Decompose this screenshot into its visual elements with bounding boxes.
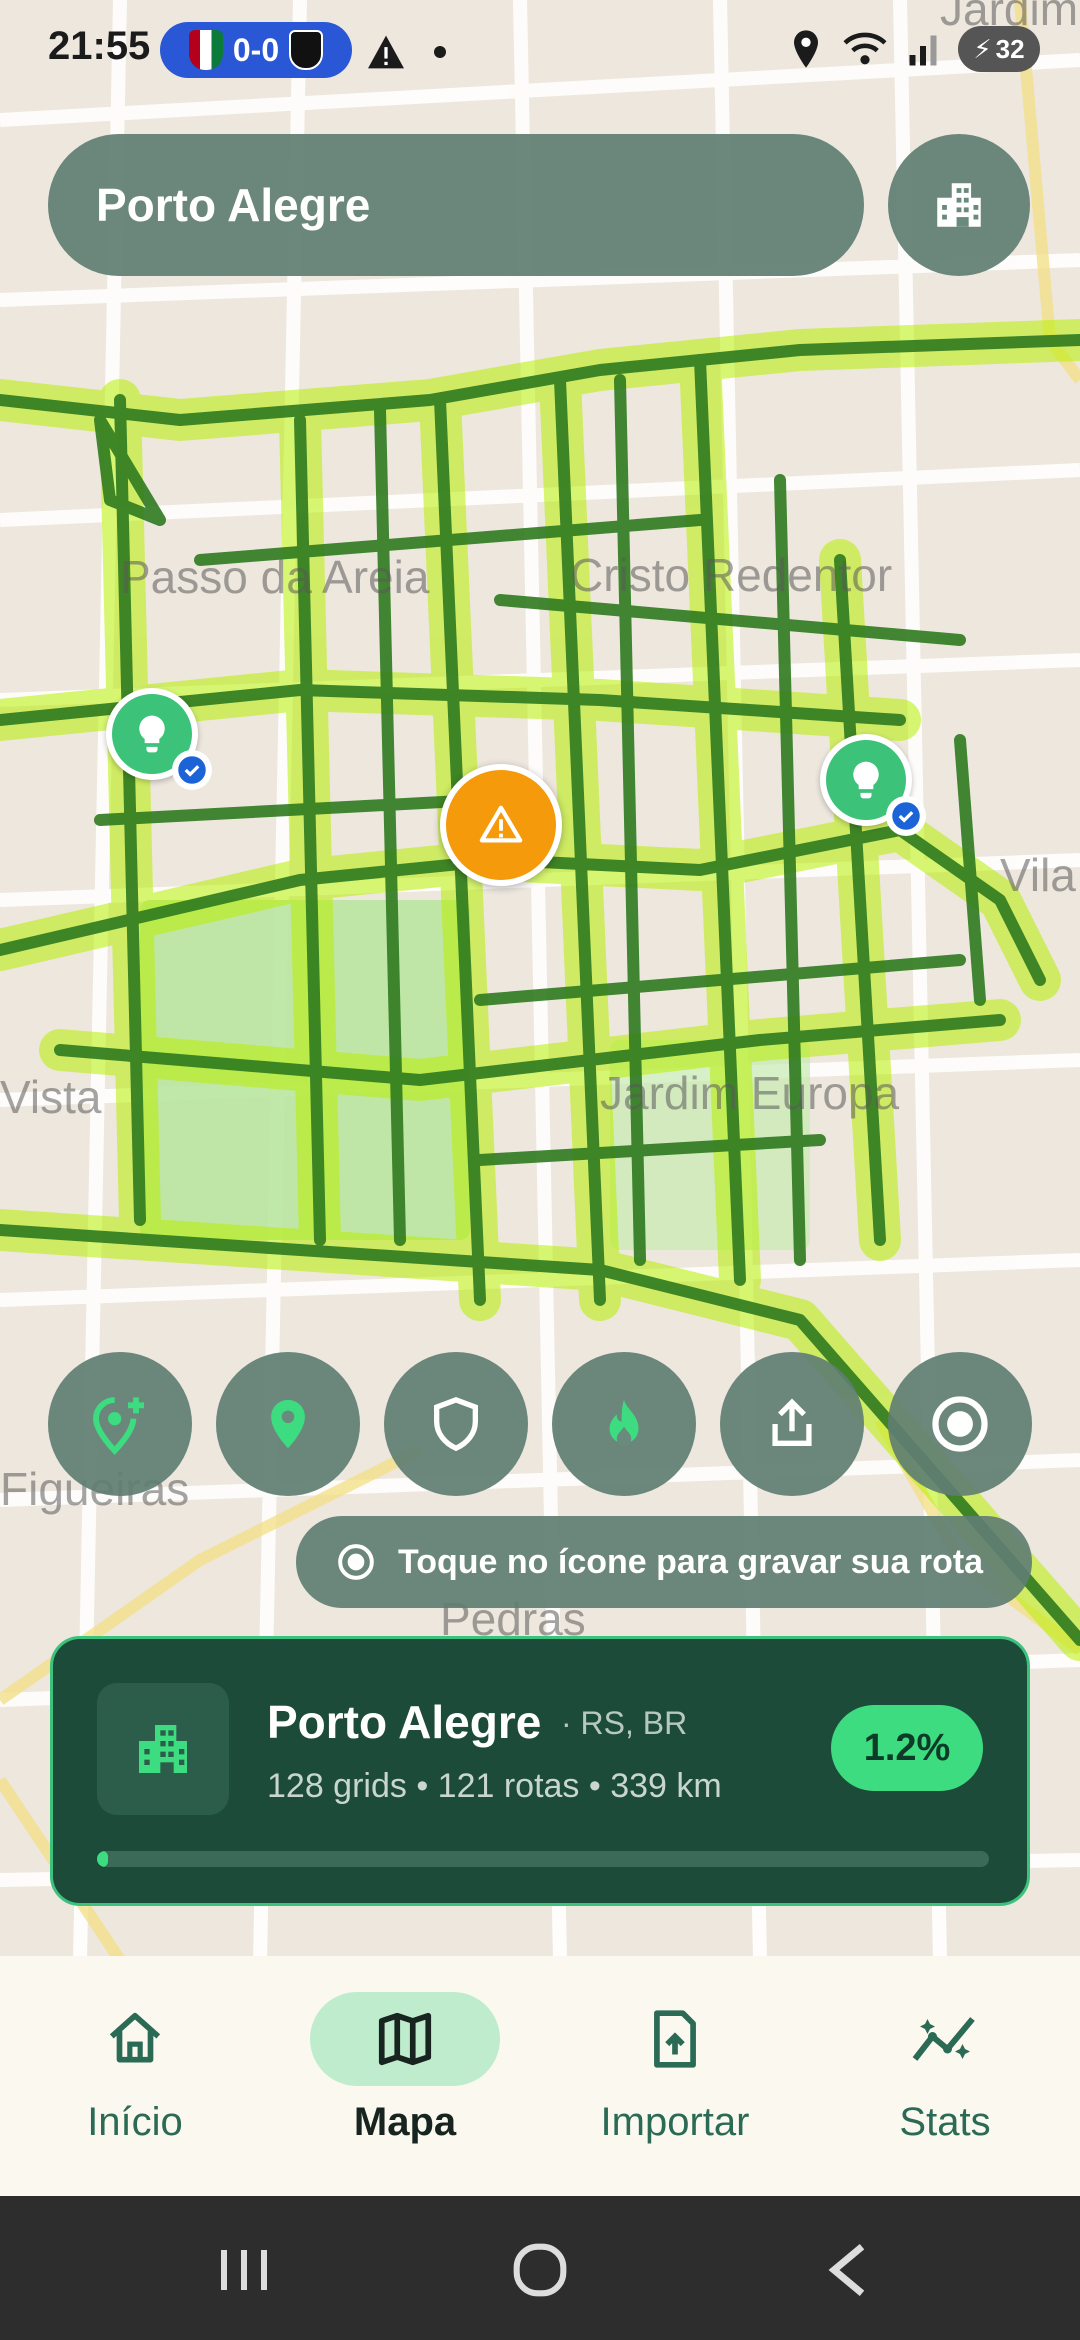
heatmap-button[interactable] bbox=[552, 1352, 696, 1496]
verified-badge-icon bbox=[886, 796, 926, 836]
lightbulb-icon bbox=[853, 761, 879, 799]
card-city-icon-box bbox=[97, 1683, 229, 1815]
home-icon bbox=[109, 2012, 161, 2063]
import-file-icon bbox=[654, 2010, 696, 2068]
record-hint-tooltip: Toque no ícone para gravar sua rota bbox=[296, 1516, 1032, 1608]
score-text: 0-0 bbox=[232, 31, 280, 68]
location-icon bbox=[794, 30, 818, 68]
map-label: Vista bbox=[0, 1071, 102, 1123]
warning-marker[interactable] bbox=[440, 764, 562, 886]
shield-icon bbox=[434, 1396, 478, 1452]
idea-marker[interactable] bbox=[820, 734, 926, 836]
nav-pill-active bbox=[310, 1992, 500, 2086]
city-search-bar[interactable]: Porto Alegre bbox=[48, 134, 864, 276]
add-location-icon bbox=[93, 1397, 144, 1455]
bottom-navigation: Início Mapa Importar Stats bbox=[0, 1956, 1080, 2196]
coverage-progress-bar bbox=[97, 1851, 989, 1867]
system-navigation-bar bbox=[0, 2196, 1080, 2340]
record-icon bbox=[338, 1544, 374, 1580]
nav-pill bbox=[850, 1992, 1040, 2086]
map-icon bbox=[378, 2012, 432, 2066]
nav-item-inicio[interactable]: Início bbox=[0, 1992, 270, 2172]
map-label: Cristo Redentor bbox=[570, 549, 893, 601]
city-progress-card[interactable]: Porto Alegre · RS, BR 128 grids • 121 ro… bbox=[50, 1636, 1030, 1906]
map-label: Jardim Europa bbox=[600, 1067, 900, 1119]
verified-badge-icon bbox=[172, 750, 212, 790]
nav-pill bbox=[580, 1992, 770, 2086]
notification-dot-icon bbox=[434, 46, 446, 58]
coverage-percent-badge: 1.2% bbox=[831, 1705, 983, 1791]
share-button[interactable] bbox=[720, 1352, 864, 1496]
battery-level: 32 bbox=[995, 33, 1025, 64]
back-button[interactable] bbox=[808, 2230, 888, 2310]
idea-marker[interactable] bbox=[106, 688, 212, 790]
stats-chart-icon bbox=[912, 2017, 975, 2061]
lightbulb-icon bbox=[139, 715, 165, 753]
nav-item-stats[interactable]: Stats bbox=[810, 1992, 1080, 2172]
record-icon bbox=[932, 1396, 988, 1452]
nav-item-mapa[interactable]: Mapa bbox=[270, 1992, 540, 2172]
nav-label: Mapa bbox=[353, 2100, 457, 2144]
battery-indicator: ⚡ 32 bbox=[958, 26, 1040, 72]
location-pin-icon bbox=[271, 1399, 305, 1449]
recent-apps-icon bbox=[221, 2250, 267, 2290]
team-crest-icon bbox=[289, 30, 324, 70]
team-crest-icon bbox=[188, 30, 223, 70]
charging-icon: ⚡ bbox=[973, 33, 992, 64]
location-pin-button[interactable] bbox=[216, 1352, 360, 1496]
map-label: Vila bbox=[1000, 849, 1076, 901]
back-chevron-icon bbox=[828, 2243, 865, 2297]
alert-icon bbox=[368, 35, 404, 69]
map-action-bar bbox=[48, 1352, 1032, 1496]
shield-button[interactable] bbox=[384, 1352, 528, 1496]
nav-label: Importar bbox=[600, 2100, 750, 2144]
city-buildings-icon bbox=[139, 1725, 187, 1773]
city-buildings-icon bbox=[937, 183, 981, 227]
share-icon bbox=[772, 1398, 812, 1446]
nav-item-importar[interactable]: Importar bbox=[540, 1992, 810, 2172]
warning-icon bbox=[479, 805, 523, 843]
status-icons: ⚡ 32 bbox=[790, 26, 1040, 72]
card-city-title: Porto Alegre bbox=[267, 1696, 542, 1748]
record-hint-text: Toque no ícone para gravar sua rota bbox=[398, 1542, 984, 1581]
search-value: Porto Alegre bbox=[96, 179, 371, 231]
card-city-region: · RS, BR bbox=[561, 1705, 688, 1741]
coverage-progress-fill bbox=[97, 1851, 108, 1867]
city-select-button[interactable] bbox=[888, 134, 1030, 276]
home-circle-icon bbox=[513, 2243, 567, 2297]
wifi-icon bbox=[843, 32, 887, 65]
status-bar: 21:55 0-0 ⚡ 32 bbox=[0, 0, 1080, 100]
add-location-button[interactable] bbox=[48, 1352, 192, 1496]
map-label: Passo da Areia bbox=[120, 551, 430, 603]
home-system-button[interactable] bbox=[500, 2230, 580, 2310]
signal-icon bbox=[909, 35, 937, 66]
flame-icon bbox=[609, 1399, 639, 1446]
recent-apps-button[interactable] bbox=[204, 2230, 284, 2310]
record-button[interactable] bbox=[888, 1352, 1032, 1496]
score-notification: 0-0 bbox=[160, 22, 352, 78]
status-time: 21:55 bbox=[48, 24, 151, 68]
card-city-stats: 128 grids • 121 rotas • 339 km bbox=[267, 1767, 722, 1805]
nav-label: Início bbox=[87, 2100, 183, 2144]
nav-label: Stats bbox=[899, 2100, 991, 2144]
nav-pill bbox=[40, 1992, 230, 2086]
